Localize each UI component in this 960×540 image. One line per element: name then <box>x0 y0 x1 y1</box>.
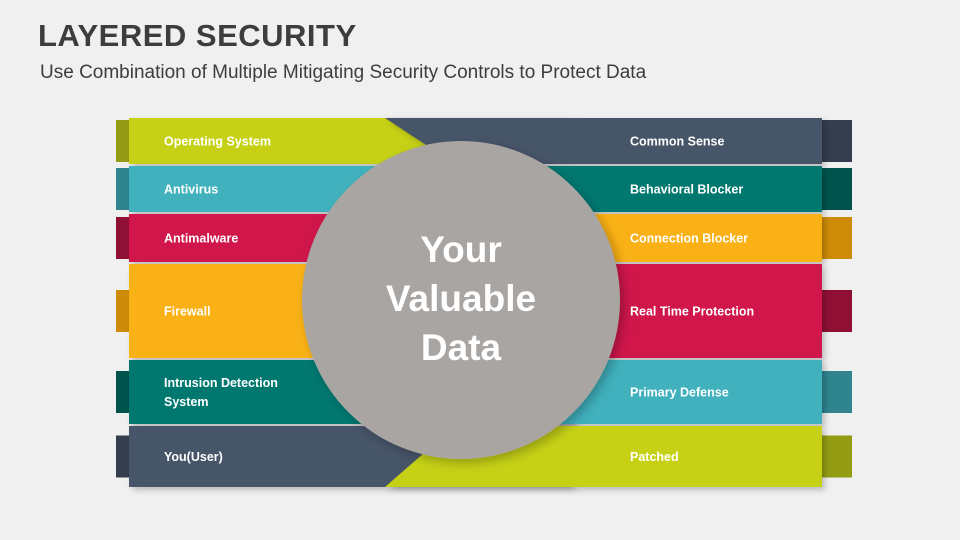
left-layer-label: Operating System <box>164 135 271 149</box>
right-layer-label: Common Sense <box>630 135 725 149</box>
right-layer-tab <box>818 435 852 478</box>
right-layer-tab <box>818 290 852 332</box>
right-layer-tab <box>818 120 852 162</box>
right-layer-tab <box>818 371 852 413</box>
right-layer-label: Connection Blocker <box>630 232 748 246</box>
right-layer-label: Real Time Protection <box>630 305 754 319</box>
right-layer-label: Behavioral Blocker <box>630 183 743 197</box>
left-layer-label: Firewall <box>164 305 211 319</box>
center-circle-group: Your Valuable Data <box>302 141 620 459</box>
right-layer-label: Primary Defense <box>630 386 729 400</box>
right-layer-tab <box>818 168 852 210</box>
layered-security-diagram: Operating System Antivirus Antimalware Fire… <box>116 118 852 487</box>
left-layer-label: Antimalware <box>164 232 238 246</box>
right-layer-tab <box>818 217 852 259</box>
left-layer-label: Antivirus <box>164 183 218 197</box>
slide-canvas: LAYERED SECURITY Use Combination of Mult… <box>0 0 960 540</box>
left-layer-label: You(User) <box>164 450 223 464</box>
right-layer-label: Patched <box>630 450 679 464</box>
